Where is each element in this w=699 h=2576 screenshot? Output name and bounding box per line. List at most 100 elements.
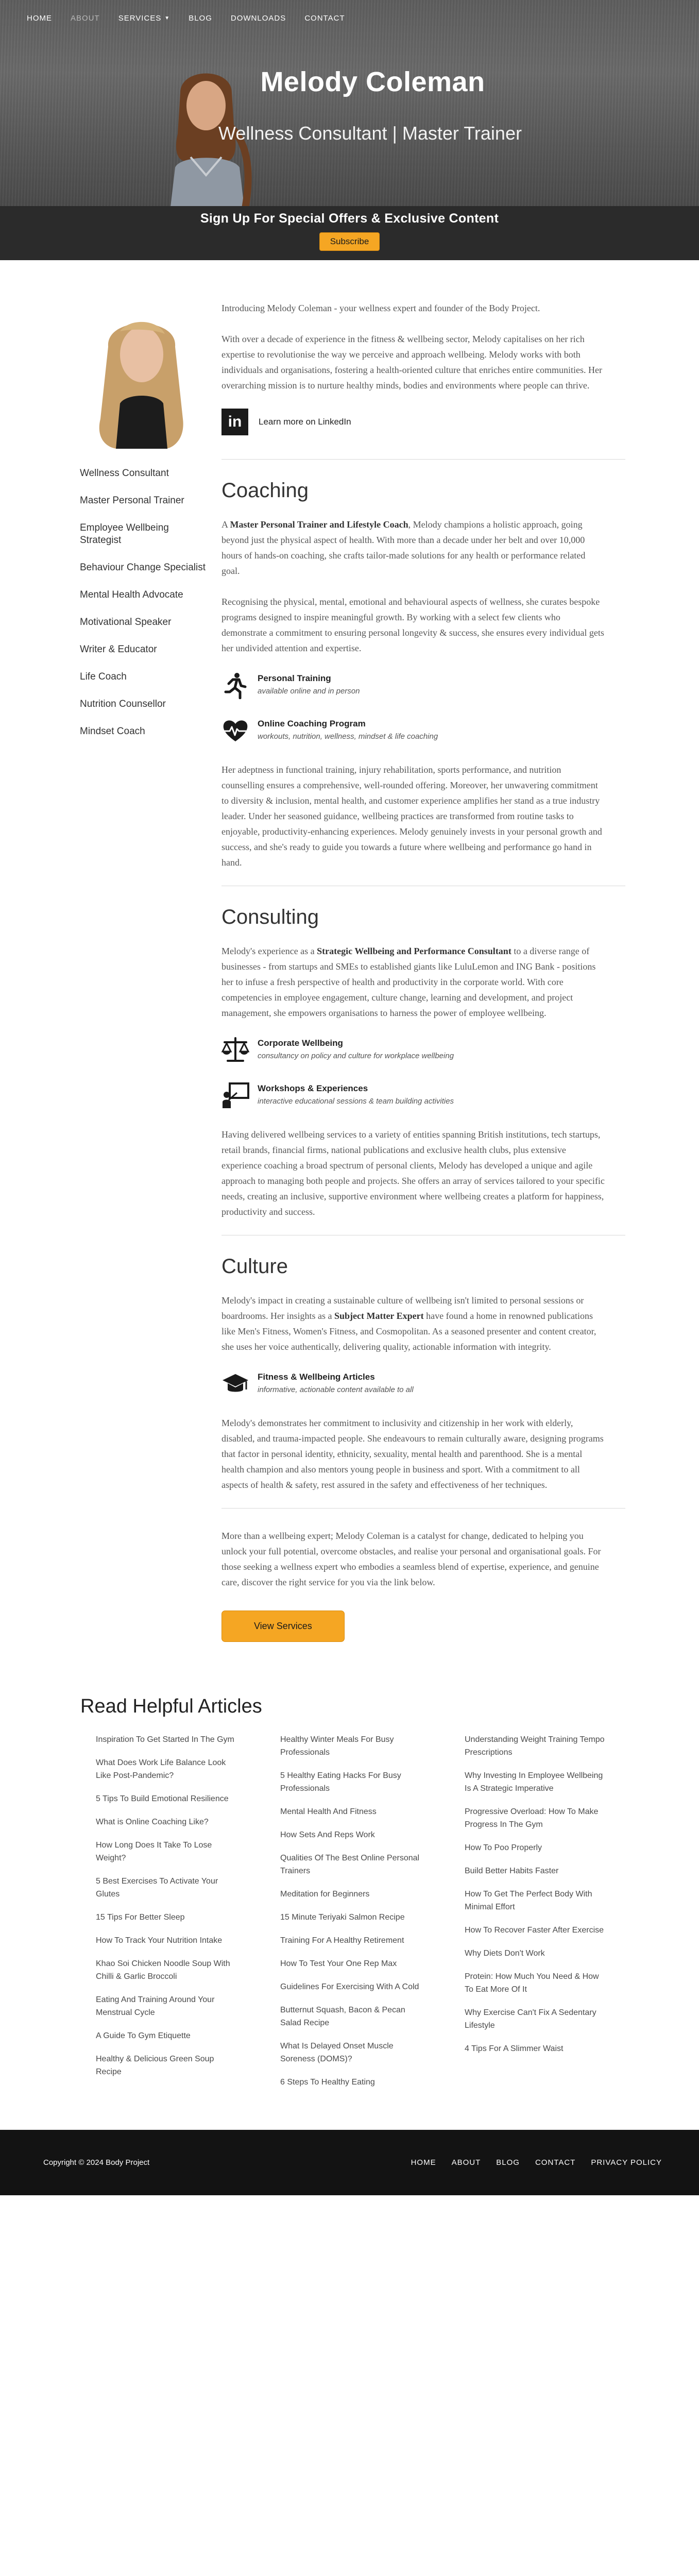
nav-services[interactable]: SERVICES ▼ <box>118 14 171 23</box>
subscribe-button[interactable]: Subscribe <box>319 232 380 251</box>
nav-blog[interactable]: BLOG <box>189 14 212 23</box>
article-link[interactable]: How Sets And Reps Work <box>280 1828 424 1841</box>
article-link[interactable]: How To Recover Faster After Exercise <box>465 1924 609 1937</box>
presenter-icon <box>223 1082 249 1108</box>
article-link[interactable]: Butternut Squash, Bacon & Pecan Salad Re… <box>280 2004 424 2029</box>
article-link[interactable]: Guidelines For Exercising With A Cold <box>280 1980 424 1993</box>
article-link[interactable]: Qualities Of The Best Online Personal Tr… <box>280 1852 424 1877</box>
article-link[interactable]: 6 Steps To Healthy Eating <box>280 2076 424 2089</box>
text-span: to a diverse range of businesses - from … <box>221 946 596 1018</box>
view-services-button[interactable]: View Services <box>221 1611 345 1642</box>
service-workshops: Workshops & Experiences interactive educ… <box>221 1081 605 1109</box>
article-link[interactable]: Why Exercise Can't Fix A Sedentary Lifes… <box>465 2006 609 2032</box>
article-link[interactable]: How To Get The Perfect Body With Minimal… <box>465 1888 609 1913</box>
article-link[interactable]: 15 Minute Teriyaki Salmon Recipe <box>280 1911 424 1924</box>
intro-paragraph: Introducing Melody Coleman - your wellne… <box>221 303 540 313</box>
footer-link-home[interactable]: HOME <box>411 2158 436 2167</box>
article-link[interactable]: Mental Health And Fitness <box>280 1805 424 1818</box>
profile-photo <box>80 300 202 449</box>
linkedin-link[interactable]: in Learn more on LinkedIn <box>221 409 605 435</box>
article-link[interactable]: What Is Delayed Onset Muscle Soreness (D… <box>280 2040 424 2065</box>
text-span: A <box>221 519 230 530</box>
article-link[interactable]: Meditation for Beginners <box>280 1888 424 1901</box>
role-item: Life Coach <box>80 671 127 682</box>
nav-about[interactable]: ABOUT <box>71 14 100 23</box>
articles-title: Read Helpful Articles <box>80 1696 262 1717</box>
article-link[interactable]: Inspiration To Get Started In The Gym <box>96 1733 240 1746</box>
article-link[interactable]: 5 Tips To Build Emotional Resilience <box>96 1792 240 1805</box>
article-link[interactable]: 5 Best Exercises To Activate Your Glutes <box>96 1875 240 1901</box>
article-link[interactable]: Why Diets Don't Work <box>465 1947 609 1960</box>
footer-link-privacy-policy[interactable]: PRIVACY POLICY <box>591 2158 662 2167</box>
article-link[interactable]: 4 Tips For A Slimmer Waist <box>465 2042 609 2055</box>
nav-contact[interactable]: CONTACT <box>304 14 345 23</box>
footer-link-about[interactable]: ABOUT <box>452 2158 481 2167</box>
signup-bar: Sign Up For Special Offers & Exclusive C… <box>0 206 699 260</box>
article-link[interactable]: How To Track Your Nutrition Intake <box>96 1934 240 1947</box>
bold-text: Master Personal Trainer and Lifestyle Co… <box>230 519 408 530</box>
article-link[interactable]: 15 Tips For Better Sleep <box>96 1911 240 1924</box>
service-articles: Fitness & Wellbeing Articles informative… <box>221 1370 605 1398</box>
signup-title: Sign Up For Special Offers & Exclusive C… <box>200 211 499 226</box>
article-link[interactable]: What is Online Coaching Like? <box>96 1816 240 1828</box>
section-divider <box>221 1508 625 1509</box>
article-link[interactable]: Protein: How Much You Need & How To Eat … <box>465 1970 609 1996</box>
article-link[interactable]: Eating And Training Around Your Menstrua… <box>96 1993 240 2019</box>
sidebar: Wellness Consultant Master Personal Trai… <box>0 300 221 1696</box>
coaching-paragraph: A Master Personal Trainer and Lifestyle … <box>221 517 605 579</box>
text-span: Melody's experience as a <box>221 946 317 956</box>
articles-column-3: Understanding Weight Training Tempo Pres… <box>465 1733 649 2099</box>
role-item: Writer & Educator <box>80 644 157 655</box>
article-link[interactable]: A Guide To Gym Etiquette <box>96 2029 240 2042</box>
footer-link-contact[interactable]: CONTACT <box>535 2158 575 2167</box>
hero-subtitle: Wellness Consultant | Master Trainer <box>218 123 522 144</box>
chevron-down-icon: ▼ <box>164 15 171 21</box>
nav-home[interactable]: HOME <box>27 14 52 23</box>
article-link[interactable]: Why Investing In Employee Wellbeing Is A… <box>465 1769 609 1795</box>
article-link[interactable]: Build Better Habits Faster <box>465 1865 609 1877</box>
consulting-title: Consulting <box>221 906 319 928</box>
footer-copyright: Copyright © 2024 Body Project <box>43 2158 150 2167</box>
footer: Copyright © 2024 Body Project HOME ABOUT… <box>0 2130 699 2195</box>
bold-text: Subject Matter Expert <box>334 1311 424 1321</box>
articles-column-1: Inspiration To Get Started In The Gym Wha… <box>96 1733 280 2099</box>
footer-link-blog[interactable]: BLOG <box>496 2158 520 2167</box>
role-item: Mindset Coach <box>80 726 145 737</box>
article-link[interactable]: How To Poo Properly <box>465 1841 609 1854</box>
article-link[interactable]: Healthy & Delicious Green Soup Recipe <box>96 2053 240 2078</box>
article-link[interactable]: How To Test Your One Rep Max <box>280 1957 424 1970</box>
role-item: Employee Wellbeing Strategist <box>80 522 169 546</box>
service-name: Workshops & Experiences <box>258 1083 368 1093</box>
closing-paragraph: More than a wellbeing expert; Melody Col… <box>221 1531 601 1587</box>
article-link[interactable]: Training For A Healthy Retirement <box>280 1934 424 1947</box>
culture-paragraph: Melody's demonstrates her commitment to … <box>221 1418 604 1490</box>
footer-navigation: HOME ABOUT BLOG CONTACT PRIVACY POLICY <box>411 2158 662 2167</box>
article-link[interactable]: What Does Work Life Balance Look Like Po… <box>96 1756 240 1782</box>
service-name: Corporate Wellbeing <box>258 1038 343 1048</box>
role-item: Behaviour Change Specialist <box>80 562 206 573</box>
article-link[interactable]: 5 Healthy Eating Hacks For Busy Professi… <box>280 1769 424 1795</box>
article-link[interactable]: How Long Does It Take To Lose Weight? <box>96 1839 240 1865</box>
linkedin-label: Learn more on LinkedIn <box>259 417 351 427</box>
nav-downloads[interactable]: DOWNLOADS <box>231 14 286 23</box>
service-corporate-wellbeing: Corporate Wellbeing consultancy on polic… <box>221 1036 605 1064</box>
culture-paragraph: Melody's impact in creating a sustainabl… <box>221 1293 605 1354</box>
article-link[interactable]: Understanding Weight Training Tempo Pres… <box>465 1733 609 1759</box>
service-description: interactive educational sessions & team … <box>258 1097 454 1106</box>
articles-columns: Inspiration To Get Started In The Gym Wha… <box>80 1733 699 2099</box>
service-name: Online Coaching Program <box>258 719 366 728</box>
article-link[interactable]: Healthy Winter Meals For Busy Profession… <box>280 1733 424 1759</box>
service-description: consultancy on policy and culture for wo… <box>258 1052 454 1060</box>
role-item: Wellness Consultant <box>80 468 169 479</box>
heartbeat-icon <box>223 720 248 741</box>
service-personal-training: Personal Training available online and i… <box>221 671 605 699</box>
article-link[interactable]: Khao Soi Chicken Noodle Soup With Chilli… <box>96 1957 240 1983</box>
running-person-icon <box>224 673 247 699</box>
article-link[interactable]: Progressive Overload: How To Make Progre… <box>465 1805 609 1831</box>
consulting-paragraph: Melody's experience as a Strategic Wellb… <box>221 943 605 1021</box>
scales-icon <box>221 1037 249 1062</box>
role-item: Motivational Speaker <box>80 617 172 628</box>
bold-text: Strategic Wellbeing and Performance Cons… <box>317 946 512 956</box>
role-item: Master Personal Trainer <box>80 495 184 506</box>
nav-services-label: SERVICES <box>118 13 162 23</box>
